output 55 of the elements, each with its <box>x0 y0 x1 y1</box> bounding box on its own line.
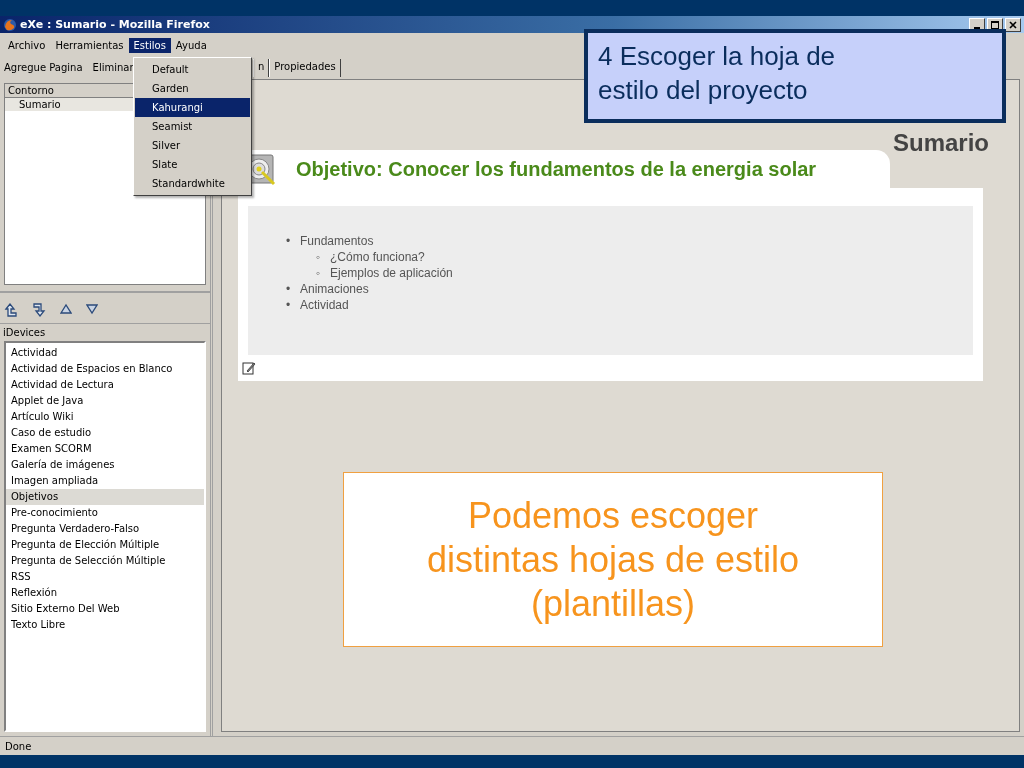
menu-option[interactable]: Slate <box>135 155 250 174</box>
edit-icon[interactable] <box>242 361 256 375</box>
list-item[interactable]: Reflexión <box>6 585 204 601</box>
list-item[interactable]: Artículo Wiki <box>6 409 204 425</box>
menu-item[interactable]: Ayuda <box>170 37 212 53</box>
list-item[interactable]: Pregunta de Selección Múltiple <box>6 553 204 569</box>
list-entry: Animaciones <box>300 281 369 297</box>
menu-option[interactable]: Kahurangi <box>135 98 250 117</box>
list-item[interactable]: Pregunta Verdadero-Falso <box>6 521 204 537</box>
list-item[interactable]: Caso de estudio <box>6 425 204 441</box>
list-item[interactable]: Actividad <box>6 345 204 361</box>
list-item[interactable]: Sitio Externo Del Web <box>6 601 204 617</box>
list-entry: ¿Cómo funciona? <box>330 249 425 265</box>
bullet-marker: ◦ <box>316 265 322 281</box>
list-item[interactable]: Galería de imágenes <box>6 457 204 473</box>
list-item[interactable]: Pre-conocimiento <box>6 505 204 521</box>
list-item[interactable]: Objetivos <box>6 489 204 505</box>
list-item[interactable]: Actividad de Lectura <box>6 377 204 393</box>
close-icon[interactable] <box>1005 17 1021 32</box>
menu-item[interactable]: Estilos <box>128 37 171 53</box>
bullet-marker: • <box>286 233 292 249</box>
window-title: eXe : Sumario - Mozilla Firefox <box>20 18 210 31</box>
list-item[interactable]: Examen SCORM <box>6 441 204 457</box>
bullet-marker: ◦ <box>316 249 322 265</box>
down-triangle-icon[interactable] <box>86 303 98 315</box>
page-heading: Sumario <box>892 130 989 156</box>
up-triangle-icon[interactable] <box>60 303 72 315</box>
toolbar-button[interactable]: Eliminar <box>92 62 134 76</box>
list-entry: Ejemplos de aplicación <box>330 265 453 281</box>
status-text: Done <box>0 736 1024 755</box>
bullet-marker: • <box>286 281 292 297</box>
list-item[interactable]: RSS <box>6 569 204 585</box>
menu-option[interactable]: Silver <box>135 136 250 155</box>
tab[interactable]: n <box>253 59 270 77</box>
step-callout: 4 Escoger la hoja de estilo del proyecto <box>584 29 1006 123</box>
menu-item[interactable]: Herramientas <box>50 37 129 53</box>
menu-option[interactable]: Standardwhite <box>135 174 250 193</box>
bullet-marker: • <box>286 297 292 313</box>
demote-arrow-icon[interactable] <box>32 303 46 317</box>
tab[interactable]: Propiedades <box>269 59 341 77</box>
list-item[interactable]: Imagen ampliada <box>6 473 204 489</box>
toolbar-button[interactable]: Agregue Pagina <box>4 62 83 76</box>
list-item[interactable]: Texto Libre <box>6 617 204 633</box>
menu-item[interactable]: Archivo <box>3 37 51 53</box>
list-entry: Fundamentos <box>300 233 374 249</box>
promote-arrow-icon[interactable] <box>4 303 18 317</box>
list-entry: Actividad <box>300 297 349 313</box>
menu-option[interactable]: Seamist <box>135 117 250 136</box>
menu-option[interactable]: Default <box>135 60 250 79</box>
idevice-title: Objetivo: Conocer los fundamentos de la energia solar <box>296 157 817 181</box>
browser-logo-icon <box>3 17 17 32</box>
list-item[interactable]: Pregunta de Elección Múltiple <box>6 537 204 553</box>
list-item[interactable]: Actividad de Espacios en Blanco <box>6 361 204 377</box>
list-item[interactable]: Applet de Java <box>6 393 204 409</box>
note-callout: Podemos escoger distintas hojas de estilo (plantillas) <box>343 472 883 647</box>
